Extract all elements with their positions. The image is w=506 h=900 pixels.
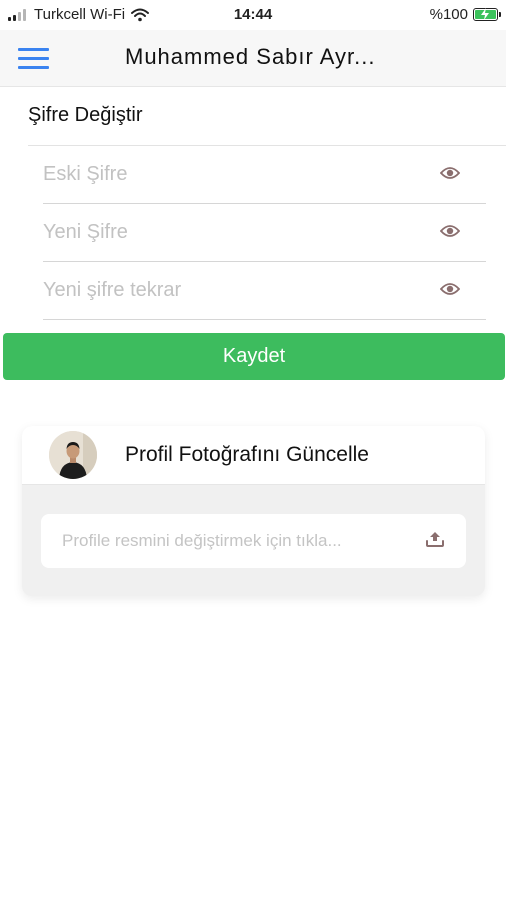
confirm-password-input[interactable] xyxy=(43,262,423,318)
old-password-field xyxy=(43,146,486,204)
eye-icon[interactable] xyxy=(440,224,460,238)
new-password-input[interactable] xyxy=(43,204,423,260)
old-password-input[interactable] xyxy=(43,146,423,202)
battery-icon xyxy=(473,8,501,21)
battery-percentage: %100 xyxy=(429,6,468,23)
upload-placeholder: Profile resmini değiştirmek için tıkla..… xyxy=(62,531,342,550)
eye-icon[interactable] xyxy=(440,282,460,296)
charging-bolt-icon xyxy=(481,8,489,20)
profile-photo-card: Profil Fotoğrafını Güncelle Profile resm… xyxy=(22,426,485,596)
profile-photo-card-header: Profil Fotoğrafını Güncelle xyxy=(22,426,485,485)
avatar xyxy=(49,431,97,479)
new-password-field xyxy=(43,204,486,262)
save-button[interactable]: Kaydet xyxy=(3,333,505,380)
battery-tip xyxy=(499,12,501,17)
eye-icon[interactable] xyxy=(440,166,460,180)
page-title: Muhammed Sabır Ayr... xyxy=(125,44,376,69)
profile-photo-title: Profil Fotoğrafını Güncelle xyxy=(125,443,369,466)
status-bar: Turkcell Wi-Fi 14:44 %100 xyxy=(0,0,506,30)
change-password-title: Şifre Değiştir xyxy=(28,104,143,126)
upload-photo-field[interactable]: Profile resmini değiştirmek için tıkla..… xyxy=(41,514,466,568)
upload-icon[interactable] xyxy=(425,530,445,548)
status-bar-right: %100 xyxy=(429,6,501,23)
confirm-password-field xyxy=(43,262,486,320)
hamburger-menu-icon[interactable] xyxy=(18,48,49,70)
app-header: Muhammed Sabır Ayr... xyxy=(0,30,506,87)
